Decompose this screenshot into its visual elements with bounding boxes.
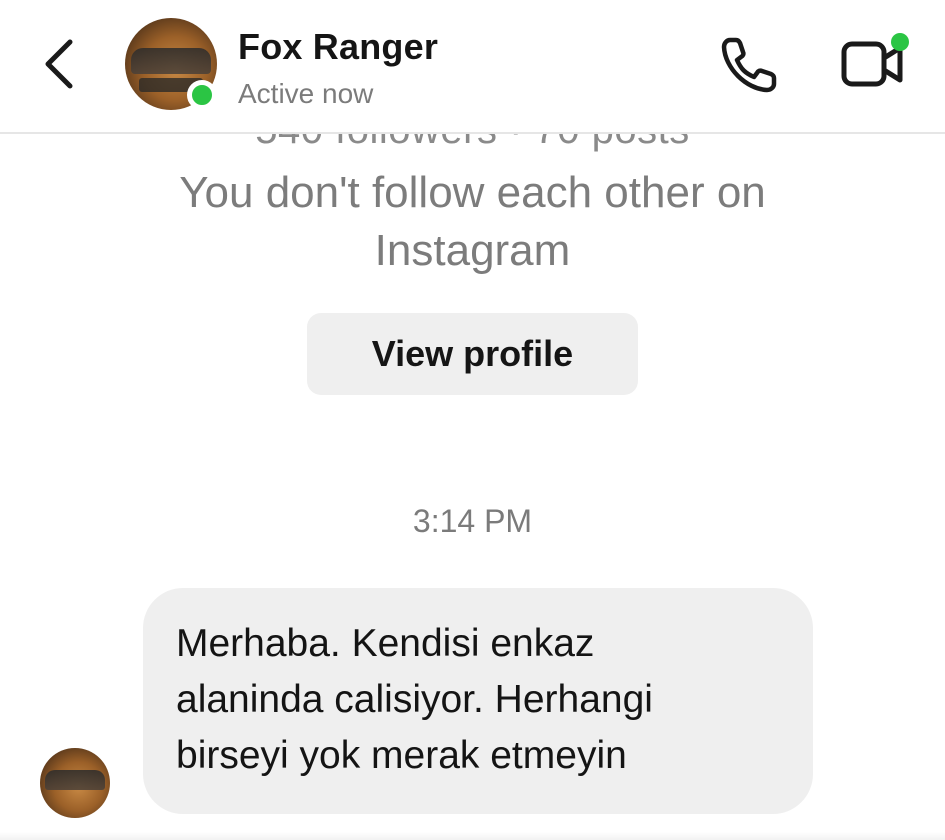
chevron-left-icon: [45, 39, 73, 89]
message-text: Merhaba. Kendisi enkaz alaninda calisiyo…: [176, 622, 653, 777]
avatar-image-detail: [131, 48, 211, 74]
follow-relationship-info: You don't follow each other on Instagram: [179, 168, 766, 275]
online-status-dot: [187, 80, 217, 110]
video-call-button[interactable]: [836, 30, 912, 94]
dm-conversation-screen: 540 followers · 70 posts Fox Ranger Acti…: [0, 0, 945, 840]
video-camera-icon: [841, 33, 909, 87]
audio-call-button[interactable]: [718, 34, 780, 96]
chat-header: Fox Ranger Active now: [0, 0, 945, 134]
active-status: Active now: [238, 78, 374, 109]
avatar-image-detail: [45, 770, 105, 790]
sender-avatar[interactable]: [40, 748, 110, 818]
back-button[interactable]: [36, 36, 86, 92]
contact-name[interactable]: Fox Ranger: [238, 26, 438, 68]
message-timestamp: 3:14 PM: [412, 503, 533, 539]
view-profile-button[interactable]: View profile: [307, 313, 638, 395]
incoming-message-bubble[interactable]: Merhaba. Kendisi enkaz alaninda calisiyo…: [143, 588, 813, 814]
composer-top-edge: [0, 832, 945, 840]
phone-icon: [721, 37, 777, 93]
